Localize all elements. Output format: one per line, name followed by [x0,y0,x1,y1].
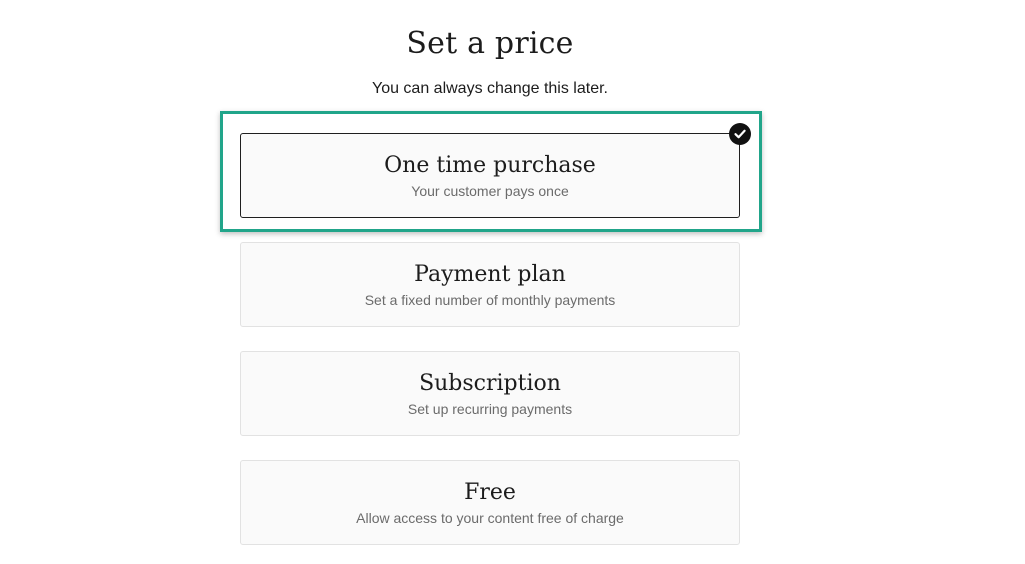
option-title: Payment plan [414,262,566,287]
option-title: Free [464,480,516,505]
page-subtitle: You can always change this later. [371,80,608,97]
option-subscription[interactable]: Subscription Set up recurring payments [240,351,740,436]
option-description: Set up recurring payments [407,401,573,417]
option-description: Allow access to your content free of cha… [356,510,624,526]
option-free[interactable]: Free Allow access to your content free o… [240,460,740,545]
option-title: One time purchase [384,153,596,178]
page-title: Set a price [406,26,574,61]
option-one-time-purchase[interactable]: One time purchase Your customer pays onc… [240,123,751,218]
option-title: Subscription [419,371,561,396]
check-circle-icon [729,123,751,145]
option-payment-plan[interactable]: Payment plan Set a fixed number of month… [240,242,740,327]
option-description: Your customer pays once [411,183,569,199]
option-description: Set a fixed number of monthly payments [364,292,616,308]
